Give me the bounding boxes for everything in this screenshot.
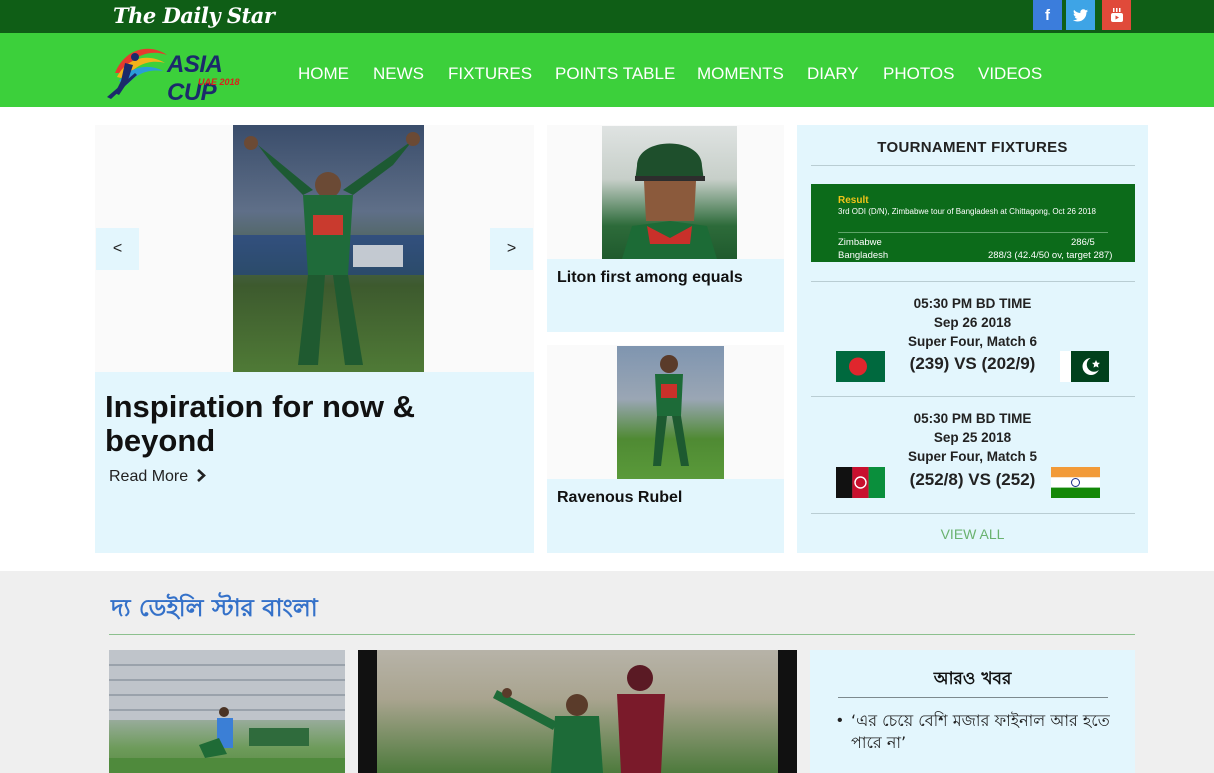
scorecard-result-label: Result (838, 195, 869, 206)
player-helmet-photo (622, 143, 717, 259)
scorecard-description: 3rd ODI (D/N), Zimbabwe tour of Banglade… (838, 207, 1096, 216)
story-title[interactable]: Liton first among equals (557, 269, 743, 287)
main-navbar: ASIA CUP UAE 2018 HOME NEWS FIXTURES POI… (0, 33, 1214, 107)
facebook-icon[interactable]: f (1033, 0, 1062, 30)
story-card[interactable]: Ravenous Rubel (547, 345, 784, 553)
more-news-panel: আরও খবর • ‘এর চেয়ে বেশি মজার ফাইনাল আর … (810, 650, 1135, 773)
match-time: 05:30 PM BD TIME (913, 296, 1032, 311)
nav-news[interactable]: NEWS (373, 64, 424, 84)
logo-subtitle: UAE 2018 (198, 77, 240, 87)
asia-cup-logo[interactable]: ASIA CUP UAE 2018 (105, 43, 270, 106)
divider (811, 396, 1135, 397)
nav-photos[interactable]: PHOTOS (883, 64, 954, 84)
story-image[interactable] (617, 346, 724, 479)
top-bar: The Daily Star f (0, 0, 1214, 33)
stadium-photo (109, 650, 345, 773)
story-card[interactable]: Liton first among equals (547, 125, 784, 332)
divider (811, 513, 1135, 514)
youtube-icon[interactable] (1102, 0, 1131, 30)
divider (838, 697, 1108, 698)
players-photo (493, 665, 665, 773)
bullet-icon: • (837, 712, 843, 729)
story-image[interactable] (602, 126, 737, 259)
bangla-section-title[interactable]: দ্য ডেইলি স্টার বাংলা (111, 590, 318, 630)
fixture-item[interactable]: 05:30 PM BD TIME Sep 26 2018 Super Four,… (797, 294, 1148, 351)
fixtures-heading: TOURNAMENT FIXTURES (877, 139, 1068, 156)
match-date: Sep 25 2018 (933, 430, 1012, 445)
hero-slider: < > Inspiration for now & beyond Read Mo… (95, 125, 534, 553)
tournament-fixtures-panel: TOURNAMENT FIXTURES Result 3rd ODI (D/N)… (797, 125, 1148, 553)
scorecard-team1: Zimbabwe (838, 237, 882, 248)
scorecard-score2: 288/3 (42.4/50 ov, target 287) (988, 250, 1113, 261)
india-flag-icon (1051, 467, 1100, 498)
youtube-logo-icon (1110, 8, 1123, 22)
hero-image[interactable] (233, 125, 424, 372)
pakistan-flag-icon (1060, 351, 1109, 382)
more-news-heading: আরও খবর (933, 669, 1012, 689)
match-stage: Super Four, Match 5 (907, 449, 1038, 464)
cricket-swoosh-icon (107, 48, 167, 99)
twitter-bird-icon (1073, 8, 1088, 21)
match-stage: Super Four, Match 6 (907, 334, 1038, 349)
hero-caption: Inspiration for now & beyond Read More (95, 372, 534, 553)
celebrating-player-photo (233, 132, 424, 365)
match-date: Sep 26 2018 (933, 315, 1012, 330)
hero-title[interactable]: Inspiration for now & beyond (105, 390, 485, 458)
divider (811, 281, 1135, 282)
story-caption: Liton first among equals (547, 259, 784, 332)
bangla-featured-image[interactable] (358, 650, 797, 773)
nav-points-table[interactable]: POINTS TABLE (555, 64, 675, 84)
live-scorecard[interactable]: Result 3rd ODI (D/N), Zimbabwe tour of B… (811, 184, 1135, 262)
slider-prev-button[interactable]: < (96, 228, 139, 270)
fixture-item[interactable]: 05:30 PM BD TIME Sep 25 2018 Super Four,… (797, 409, 1148, 466)
divider (109, 634, 1135, 635)
bowler-photo (653, 355, 689, 466)
more-news-item[interactable]: ‘এর চেয়ে বেশি মজার ফাইনাল আর হতে পারে ন… (851, 710, 1111, 754)
bangla-story-image[interactable] (109, 650, 345, 773)
nav-videos[interactable]: VIDEOS (978, 64, 1042, 84)
story-caption: Ravenous Rubel (547, 479, 784, 553)
daily-star-masthead[interactable]: The Daily Star (113, 3, 275, 28)
read-more-label: Read More (109, 468, 189, 485)
scorecard-score1: 286/5 (1071, 237, 1095, 248)
nav-diary[interactable]: DIARY (807, 64, 859, 84)
nav-home[interactable]: HOME (298, 64, 349, 84)
view-all-link[interactable]: VIEW ALL (797, 526, 1148, 542)
story-title[interactable]: Ravenous Rubel (557, 489, 682, 507)
nav-fixtures[interactable]: FIXTURES (448, 64, 532, 84)
match-time: 05:30 PM BD TIME (913, 411, 1032, 426)
divider (838, 232, 1108, 233)
divider (811, 165, 1135, 166)
india-flag-stripes (1051, 467, 1100, 498)
bangla-section: দ্য ডেইলি স্টার বাংলা আরও খবর • ‘এর চেয়… (0, 571, 1214, 773)
scorecard-team2: Bangladesh (838, 250, 889, 261)
bangla-featured-photo-frame (377, 650, 778, 773)
twitter-icon[interactable] (1066, 0, 1095, 30)
slider-next-button[interactable]: > (490, 228, 533, 270)
chevron-right-icon (196, 469, 206, 482)
pakistan-flag-shapes (1071, 351, 1109, 382)
read-more-link[interactable]: Read More (109, 468, 206, 486)
nav-moments[interactable]: MOMENTS (697, 64, 784, 84)
